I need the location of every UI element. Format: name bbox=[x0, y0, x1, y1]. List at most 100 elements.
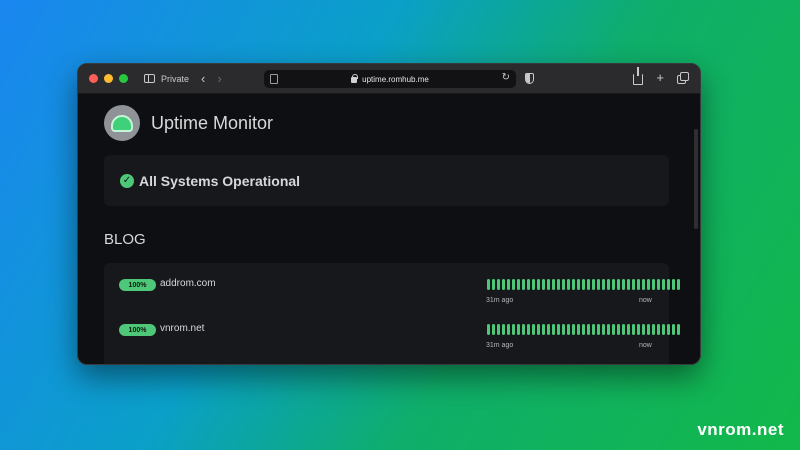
heartbeat-beat[interactable] bbox=[642, 324, 645, 335]
heartbeat-beat[interactable] bbox=[517, 324, 520, 335]
heartbeat-beat[interactable] bbox=[587, 279, 590, 290]
heartbeat-beat[interactable] bbox=[627, 279, 630, 290]
heartbeat-beat[interactable] bbox=[672, 279, 675, 290]
heartbeat-beat[interactable] bbox=[487, 279, 490, 290]
heartbeat-beat[interactable] bbox=[652, 279, 655, 290]
heartbeat-beat[interactable] bbox=[562, 279, 565, 290]
uptime-badge: 100% bbox=[119, 324, 156, 336]
heartbeat-beat[interactable] bbox=[622, 324, 625, 335]
lock-icon bbox=[351, 74, 359, 83]
heartbeat-beat[interactable] bbox=[667, 324, 670, 335]
heartbeat-beat[interactable] bbox=[507, 324, 510, 335]
new-tab-button[interactable]: + bbox=[656, 70, 664, 85]
heartbeat-beat[interactable] bbox=[632, 279, 635, 290]
heartbeat-beat[interactable] bbox=[547, 324, 550, 335]
page-scrollbar[interactable] bbox=[694, 129, 698, 229]
heartbeat-beat[interactable] bbox=[582, 324, 585, 335]
forward-button[interactable]: › bbox=[217, 71, 221, 86]
heartbeat-beat[interactable] bbox=[517, 279, 520, 290]
heartbeat-beat[interactable] bbox=[667, 279, 670, 290]
heartbeat-beat[interactable] bbox=[577, 279, 580, 290]
heartbeat-beat[interactable] bbox=[592, 324, 595, 335]
back-button[interactable]: ‹ bbox=[201, 71, 205, 86]
heartbeat-beat[interactable] bbox=[612, 324, 615, 335]
heartbeat-beat[interactable] bbox=[657, 279, 660, 290]
monitor-row[interactable]: 100% addrom.com 31m ago now bbox=[104, 263, 680, 304]
heartbeat-beat[interactable] bbox=[547, 279, 550, 290]
heartbeat-beat[interactable] bbox=[532, 279, 535, 290]
heartbeat-beat[interactable] bbox=[567, 324, 570, 335]
heartbeat-beat[interactable] bbox=[512, 324, 515, 335]
heartbeat-beat[interactable] bbox=[572, 324, 575, 335]
heartbeat-beat[interactable] bbox=[657, 324, 660, 335]
heartbeat-beat[interactable] bbox=[527, 324, 530, 335]
minimize-window-button[interactable] bbox=[104, 74, 113, 83]
heartbeat-beat[interactable] bbox=[527, 279, 530, 290]
zoom-window-button[interactable] bbox=[119, 74, 128, 83]
heartbeat-beat[interactable] bbox=[537, 324, 540, 335]
heartbeat-beat[interactable] bbox=[552, 279, 555, 290]
heartbeat-beat[interactable] bbox=[602, 324, 605, 335]
privacy-shield-icon[interactable] bbox=[525, 73, 534, 84]
heartbeat-beat[interactable] bbox=[662, 279, 665, 290]
heartbeat-beat[interactable] bbox=[567, 279, 570, 290]
check-circle-icon: ✓ bbox=[120, 173, 134, 188]
heartbeat-beat[interactable] bbox=[507, 279, 510, 290]
heartbeat-beat[interactable] bbox=[587, 324, 590, 335]
monitor-row[interactable]: 100% vnrom.net 31m ago now bbox=[104, 308, 680, 349]
heartbeat-beat[interactable] bbox=[627, 324, 630, 335]
heartbeat-beat[interactable] bbox=[612, 279, 615, 290]
heartbeat-beat[interactable] bbox=[497, 324, 500, 335]
heartbeat-beat[interactable] bbox=[672, 324, 675, 335]
heartbeat-beat[interactable] bbox=[607, 324, 610, 335]
heartbeat-beat[interactable] bbox=[562, 324, 565, 335]
close-window-button[interactable] bbox=[89, 74, 98, 83]
heartbeat-beat[interactable] bbox=[522, 279, 525, 290]
share-button[interactable] bbox=[633, 67, 644, 85]
heartbeat-beat[interactable] bbox=[632, 324, 635, 335]
heartbeat-beat[interactable] bbox=[592, 279, 595, 290]
heartbeat-beat[interactable] bbox=[582, 279, 585, 290]
heartbeat-beat[interactable] bbox=[542, 324, 545, 335]
heartbeat-beat[interactable] bbox=[502, 324, 505, 335]
heartbeat-beat[interactable] bbox=[647, 279, 650, 290]
heartbeat-beat[interactable] bbox=[557, 279, 560, 290]
heartbeat-beat[interactable] bbox=[557, 324, 560, 335]
heartbeat-beat[interactable] bbox=[502, 279, 505, 290]
heartbeat-beat[interactable] bbox=[652, 324, 655, 335]
heartbeat-beat[interactable] bbox=[572, 279, 575, 290]
heartbeat-beat[interactable] bbox=[617, 324, 620, 335]
heartbeat-beat[interactable] bbox=[487, 324, 490, 335]
heartbeat-beat[interactable] bbox=[512, 279, 515, 290]
overall-status-text: All Systems Operational bbox=[139, 172, 301, 189]
heartbeat-beat[interactable] bbox=[542, 279, 545, 290]
heartbeat-beat[interactable] bbox=[637, 324, 640, 335]
tab-overview-button[interactable] bbox=[677, 72, 689, 84]
url-text: uptime.romhub.me bbox=[362, 74, 429, 84]
heartbeat-beat[interactable] bbox=[647, 324, 650, 335]
heartbeat-beat[interactable] bbox=[597, 279, 600, 290]
heartbeat-beat[interactable] bbox=[577, 324, 580, 335]
heartbeat-beat[interactable] bbox=[602, 279, 605, 290]
reload-button[interactable]: ↻ bbox=[502, 72, 510, 83]
heartbeat-beat[interactable] bbox=[552, 324, 555, 335]
heartbeat-beat[interactable] bbox=[677, 279, 680, 290]
heartbeat-beat[interactable] bbox=[617, 279, 620, 290]
heartbeat-beat[interactable] bbox=[597, 324, 600, 335]
heartbeat-beat[interactable] bbox=[637, 279, 640, 290]
address-bar[interactable]: uptime.romhub.me ↻ bbox=[264, 70, 516, 88]
heartbeat-beat[interactable] bbox=[642, 279, 645, 290]
heartbeat-beat[interactable] bbox=[607, 279, 610, 290]
heartbeat-beat[interactable] bbox=[492, 279, 495, 290]
page-menu-icon[interactable] bbox=[270, 74, 278, 84]
heartbeat-beat[interactable] bbox=[497, 279, 500, 290]
heartbeat-beat[interactable] bbox=[662, 324, 665, 335]
private-label: Private bbox=[161, 73, 190, 84]
heartbeat-beat[interactable] bbox=[522, 324, 525, 335]
heartbeat-beat[interactable] bbox=[492, 324, 495, 335]
heartbeat-beat[interactable] bbox=[622, 279, 625, 290]
heartbeat-beat[interactable] bbox=[537, 279, 540, 290]
heartbeat-beat[interactable] bbox=[677, 324, 680, 335]
heartbeat-beat[interactable] bbox=[532, 324, 535, 335]
sidebar-toggle-button[interactable]: Private bbox=[144, 74, 189, 84]
